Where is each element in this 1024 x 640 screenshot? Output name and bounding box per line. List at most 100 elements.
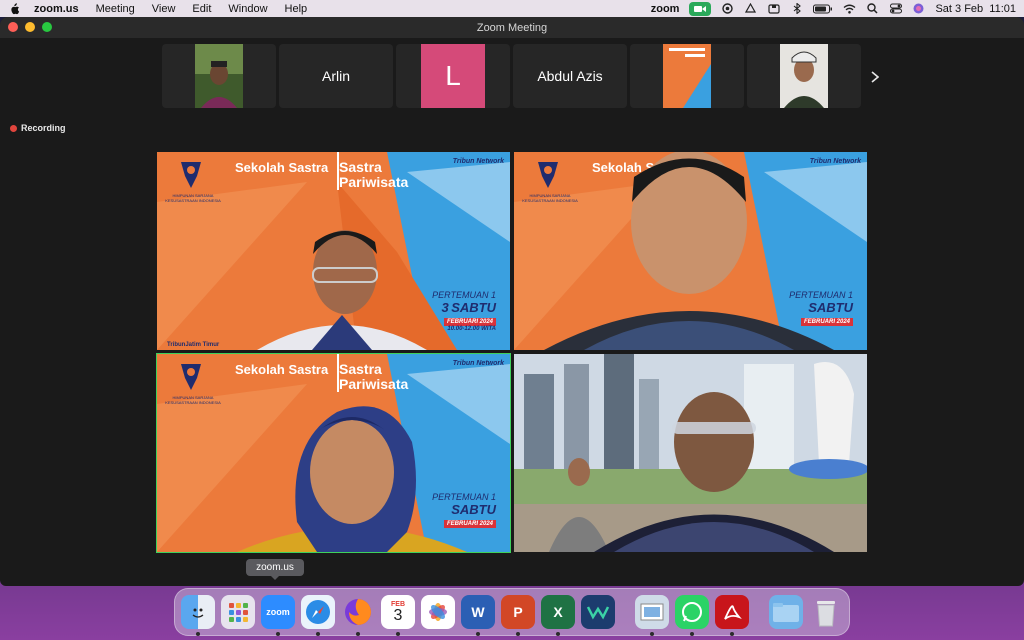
running-indicator bbox=[476, 632, 480, 636]
window-title: Zoom Meeting bbox=[476, 21, 548, 34]
fullscreen-window-button[interactable] bbox=[42, 22, 52, 32]
finder-icon[interactable] bbox=[181, 595, 215, 636]
zoom-app-icon[interactable]: zoom bbox=[261, 595, 295, 636]
video-tile[interactable]: HIMPUNAN SARJANA KESUSASTRAAN INDONESIA … bbox=[157, 152, 510, 350]
org-name: HIMPUNAN SARJANA KESUSASTRAAN INDONESIA bbox=[165, 395, 221, 405]
drive-icon[interactable] bbox=[744, 3, 757, 14]
banner-title-line1: Sastra bbox=[339, 159, 382, 175]
participant-thumb[interactable] bbox=[747, 44, 861, 108]
banner-title-line1: Sastra bbox=[339, 361, 382, 377]
chevron-right-icon bbox=[871, 71, 879, 83]
event-info: PERTEMUAN 1 SABTU FEBRUARI 2024 bbox=[789, 290, 853, 326]
event-line: PERTEMUAN 1 bbox=[432, 492, 496, 502]
minimize-window-button[interactable] bbox=[25, 22, 35, 32]
participant-thumb[interactable] bbox=[630, 44, 744, 108]
event-info: PERTEMUAN 1 SABTU FEBRUARI 2024 bbox=[432, 492, 496, 528]
event-day-number: 3 bbox=[441, 300, 449, 315]
event-date: FEBRUARI 2024 bbox=[443, 318, 496, 326]
extension-icon[interactable] bbox=[721, 3, 734, 14]
participant-person-icon bbox=[594, 392, 834, 552]
participant-name: Abdul Azis bbox=[537, 68, 603, 84]
event-time: 10.00-12.00 WITA bbox=[447, 326, 496, 332]
banner-title-line2: Pariwisata bbox=[339, 174, 409, 190]
banner-title-right: Sastra Pariwisata bbox=[339, 160, 408, 190]
firefox-icon[interactable] bbox=[341, 595, 375, 636]
event-line: PERTEMUAN 1 bbox=[432, 290, 496, 300]
menu-window[interactable]: Window bbox=[228, 3, 267, 15]
webex-icon[interactable] bbox=[581, 595, 615, 629]
video-tile[interactable] bbox=[514, 354, 867, 552]
hiski-logo-icon bbox=[181, 162, 201, 188]
banner-title-line2: Pariwisata bbox=[339, 376, 409, 392]
window-titlebar: Zoom Meeting bbox=[0, 17, 1024, 38]
video-tile-active-speaker[interactable]: HIMPUNAN SARJANA KESUSASTRAAN INDONESIA … bbox=[156, 353, 511, 553]
search-icon[interactable] bbox=[866, 3, 879, 14]
running-indicator bbox=[316, 632, 320, 636]
preview-icon[interactable] bbox=[635, 595, 669, 636]
participant-thumb[interactable]: L bbox=[396, 44, 510, 108]
notch-icon[interactable] bbox=[767, 3, 780, 14]
dock: zoom FEB 3 W P X bbox=[174, 588, 850, 636]
participant-person-icon bbox=[257, 230, 427, 350]
trash-icon[interactable] bbox=[809, 595, 843, 629]
camera-in-use-icon[interactable] bbox=[689, 1, 712, 16]
event-day: SABTU bbox=[451, 300, 496, 315]
hiski-logo-icon bbox=[181, 364, 201, 390]
zoom-meeting-window: Zoom Meeting Arlin L Abdul Azis Recordin… bbox=[0, 17, 1024, 586]
running-indicator bbox=[196, 632, 200, 636]
participant-name: Arlin bbox=[321, 68, 350, 84]
participant-person-icon bbox=[237, 406, 467, 552]
menu-help[interactable]: Help bbox=[285, 3, 308, 15]
network-logo: Tribun Network bbox=[452, 360, 504, 367]
dock-tooltip: zoom.us bbox=[246, 559, 304, 580]
downloads-folder-icon[interactable] bbox=[769, 595, 803, 629]
event-date: FEBRUARI 2024 bbox=[800, 318, 853, 326]
powerpoint-icon[interactable]: P bbox=[501, 595, 535, 636]
launchpad-icon[interactable] bbox=[221, 595, 255, 629]
recording-indicator[interactable]: Recording bbox=[10, 123, 66, 133]
calendar-icon[interactable]: FEB 3 bbox=[381, 595, 415, 636]
close-window-button[interactable] bbox=[8, 22, 18, 32]
recording-dot-icon bbox=[10, 124, 17, 132]
bluetooth-icon[interactable] bbox=[790, 3, 803, 14]
running-indicator bbox=[730, 632, 734, 636]
running-indicator bbox=[516, 632, 520, 636]
menu-meeting[interactable]: Meeting bbox=[96, 3, 135, 15]
menu-edit[interactable]: Edit bbox=[192, 3, 211, 15]
participant-video-icon bbox=[195, 44, 243, 108]
control-center-icon[interactable] bbox=[889, 3, 902, 14]
menubar-datetime[interactable]: Sat 3 Feb 11:01 bbox=[935, 3, 1016, 15]
battery-icon[interactable] bbox=[813, 3, 833, 14]
menu-view[interactable]: View bbox=[152, 3, 176, 15]
running-indicator bbox=[650, 632, 654, 636]
event-date: FEBRUARI 2024 bbox=[443, 520, 496, 528]
running-indicator bbox=[556, 632, 560, 636]
safari-icon[interactable] bbox=[301, 595, 335, 636]
banner-title-left: Sekolah Sastra bbox=[235, 160, 329, 175]
event-day: SABTU bbox=[808, 300, 853, 315]
recording-label: Recording bbox=[21, 123, 66, 133]
siri-icon[interactable] bbox=[912, 3, 925, 14]
video-tile[interactable]: HIMPUNAN SARJANA KESUSASTRAAN INDONESIA … bbox=[514, 152, 867, 350]
shared-slide-icon bbox=[663, 44, 711, 108]
footer-logo: TribunJatim Timur bbox=[167, 342, 220, 348]
word-icon[interactable]: W bbox=[461, 595, 495, 636]
menu-app-name[interactable]: zoom.us bbox=[34, 3, 79, 15]
participant-thumb[interactable]: Abdul Azis bbox=[513, 44, 627, 108]
whatsapp-icon[interactable] bbox=[675, 595, 709, 636]
participant-thumb[interactable] bbox=[162, 44, 276, 108]
photos-icon[interactable] bbox=[421, 595, 455, 629]
filmstrip-next-button[interactable] bbox=[866, 67, 884, 87]
banner-title-right: Sastra Pariwisata bbox=[339, 362, 408, 392]
excel-icon[interactable]: X bbox=[541, 595, 575, 636]
participant-video-icon bbox=[780, 44, 828, 108]
wifi-icon[interactable] bbox=[843, 3, 856, 14]
participant-thumb[interactable]: Arlin bbox=[279, 44, 393, 108]
network-logo: Tribun Network bbox=[452, 158, 504, 165]
event-line: PERTEMUAN 1 bbox=[789, 290, 853, 300]
running-indicator bbox=[690, 632, 694, 636]
apple-icon[interactable] bbox=[8, 2, 20, 15]
zoom-status-label[interactable]: zoom bbox=[651, 3, 680, 15]
acrobat-icon[interactable] bbox=[715, 595, 749, 636]
running-indicator bbox=[356, 632, 360, 636]
